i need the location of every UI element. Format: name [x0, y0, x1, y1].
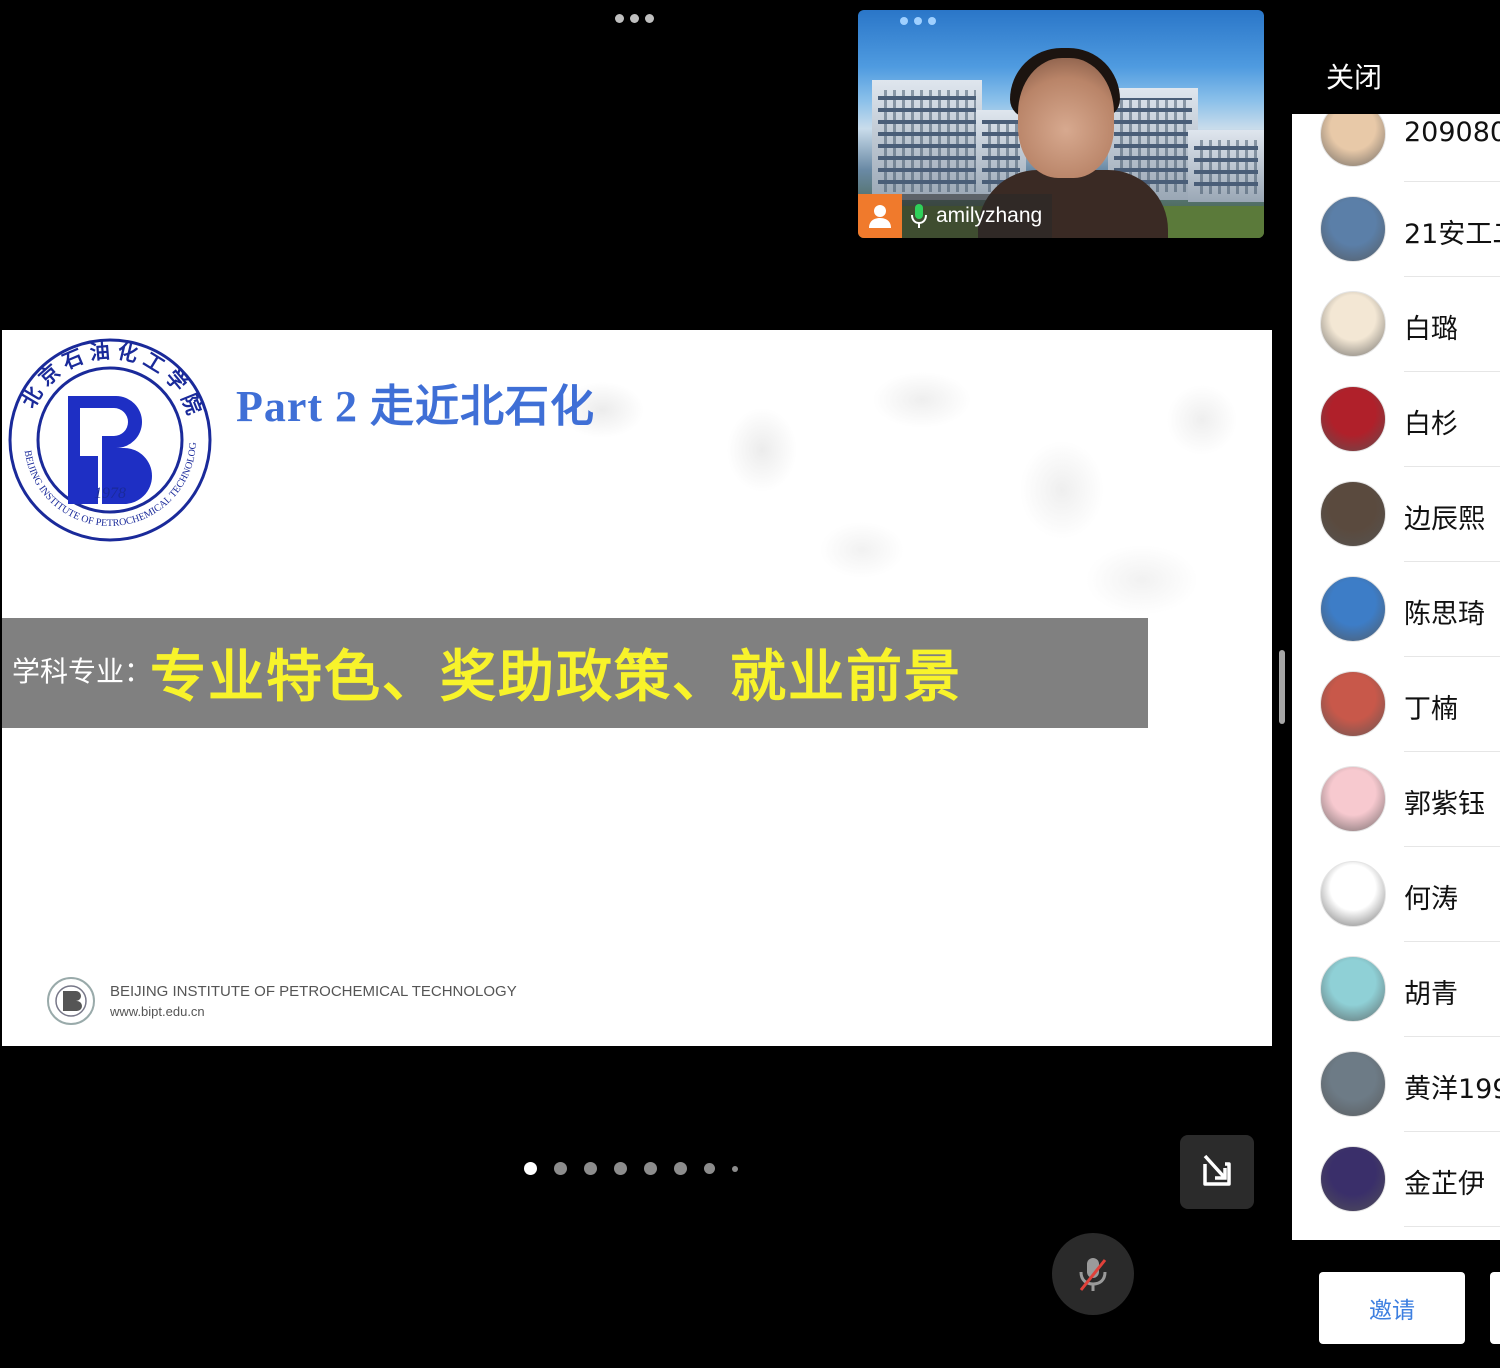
page-dot[interactable]	[644, 1162, 657, 1175]
list-item[interactable]: 白杉	[1292, 372, 1500, 467]
stage-scrollbar[interactable]	[1279, 650, 1285, 724]
list-item[interactable]: 丁楠	[1292, 657, 1500, 752]
participant-name: 黄洋199	[1404, 1074, 1500, 1105]
school-logo: 1978 BEIJING INSTITUTE OF PETROCHEMICAL …	[6, 336, 212, 542]
list-item[interactable]: 21安工二	[1292, 182, 1500, 277]
panel-footer: 邀请	[1292, 1240, 1500, 1368]
avatar	[1320, 861, 1386, 927]
participant-name: 21安工二	[1404, 219, 1500, 250]
avatar	[1320, 291, 1386, 357]
avatar	[1320, 576, 1386, 642]
logo-year: 1978	[94, 485, 126, 502]
page-dot[interactable]	[584, 1162, 597, 1175]
list-item[interactable]: 白璐	[1292, 277, 1500, 372]
footer-url: www.bipt.edu.cn	[110, 1004, 205, 1019]
list-item[interactable]: 边辰熙	[1292, 467, 1500, 562]
participant-name: amilyzhang	[936, 204, 1043, 227]
list-item[interactable]: 金芷伊	[1292, 1132, 1500, 1227]
page-dot[interactable]	[674, 1162, 687, 1175]
participant-video-tile[interactable]: amilyzhang	[858, 10, 1264, 238]
band-highlight: 专业特色、奖助政策、就业前景	[150, 645, 962, 710]
participant-name: 边辰熙	[1404, 504, 1485, 535]
participant-name: 胡青	[1404, 979, 1458, 1010]
avatar	[1320, 1051, 1386, 1117]
page-dot[interactable]	[732, 1165, 738, 1172]
page-dot[interactable]	[704, 1163, 715, 1174]
video-more-icon[interactable]	[900, 17, 936, 25]
avatar	[1320, 386, 1386, 452]
list-item[interactable]: 陈思琦	[1292, 562, 1500, 657]
list-item[interactable]: 何涛	[1292, 847, 1500, 942]
exit-fullscreen-button[interactable]	[1180, 1135, 1254, 1209]
page-dot[interactable]	[554, 1162, 567, 1175]
slide-title: Part 2 走近北石化	[236, 382, 596, 431]
secondary-button[interactable]	[1490, 1272, 1500, 1344]
list-item[interactable]: 209080	[1292, 114, 1500, 182]
avatar	[1320, 481, 1386, 547]
meeting-stage: amilyzhang 1978 BEIJING INSTITUTE OF PET…	[0, 0, 1292, 1368]
calligraphy-background	[502, 330, 1272, 630]
participant-name: 丁楠	[1404, 694, 1458, 725]
avatar	[1320, 956, 1386, 1022]
participant-name: 金芷伊	[1404, 1169, 1485, 1200]
avatar	[1320, 196, 1386, 262]
microphone-muted-icon	[1079, 1258, 1107, 1291]
participant-name: 209080	[1404, 117, 1500, 148]
close-panel-button[interactable]: 关闭	[1326, 56, 1382, 96]
participant-name: 白杉	[1404, 409, 1458, 440]
footer-school-name: BEIJING INSTITUTE OF PETROCHEMICAL TECHN…	[110, 983, 517, 1000]
page-dot[interactable]	[614, 1162, 627, 1175]
more-options-icon[interactable]	[615, 14, 654, 23]
list-item[interactable]: 胡青	[1292, 942, 1500, 1037]
page-indicator	[524, 1162, 738, 1175]
participant-name: 陈思琦	[1404, 599, 1485, 630]
avatar	[1320, 766, 1386, 832]
band-label: 学科专业：	[12, 655, 153, 688]
invite-button[interactable]: 邀请	[1319, 1272, 1465, 1344]
topic-band: 学科专业： 专业特色、奖助政策、就业前景	[2, 618, 1148, 728]
participant-name: 何涛	[1404, 884, 1458, 915]
participant-name: 白璐	[1404, 314, 1458, 345]
page-dot[interactable]	[524, 1162, 537, 1175]
person-icon	[858, 194, 902, 238]
footer-logo	[47, 977, 95, 1025]
video-background	[872, 80, 982, 200]
participants-panel: 关闭 209080 21安工二白璐白杉边辰熙陈思琦丁楠郭紫钰何涛胡青黄洋199 金芷…	[1292, 0, 1500, 1368]
avatar	[1320, 671, 1386, 737]
participant-name-badge: amilyzhang	[858, 194, 1053, 238]
panel-header: 关闭	[1292, 0, 1500, 114]
speaker-face	[1018, 58, 1114, 178]
list-item[interactable]: 黄洋199	[1292, 1037, 1500, 1132]
exit-fullscreen-icon	[1203, 1154, 1231, 1186]
mute-button[interactable]	[1052, 1233, 1134, 1315]
participant-name: 郭紫钰	[1404, 789, 1485, 820]
participant-list[interactable]: 209080 21安工二白璐白杉边辰熙陈思琦丁楠郭紫钰何涛胡青黄洋199 金芷伊	[1292, 114, 1500, 1240]
microphone-icon	[906, 194, 932, 238]
divider	[1404, 1226, 1500, 1227]
shared-slide: 1978 BEIJING INSTITUTE OF PETROCHEMICAL …	[2, 330, 1272, 1046]
list-item[interactable]: 郭紫钰	[1292, 752, 1500, 847]
slide-footer: BEIJING INSTITUTE OF PETROCHEMICAL TECHN…	[46, 976, 517, 1026]
avatar	[1320, 1146, 1386, 1212]
avatar	[1320, 114, 1386, 167]
